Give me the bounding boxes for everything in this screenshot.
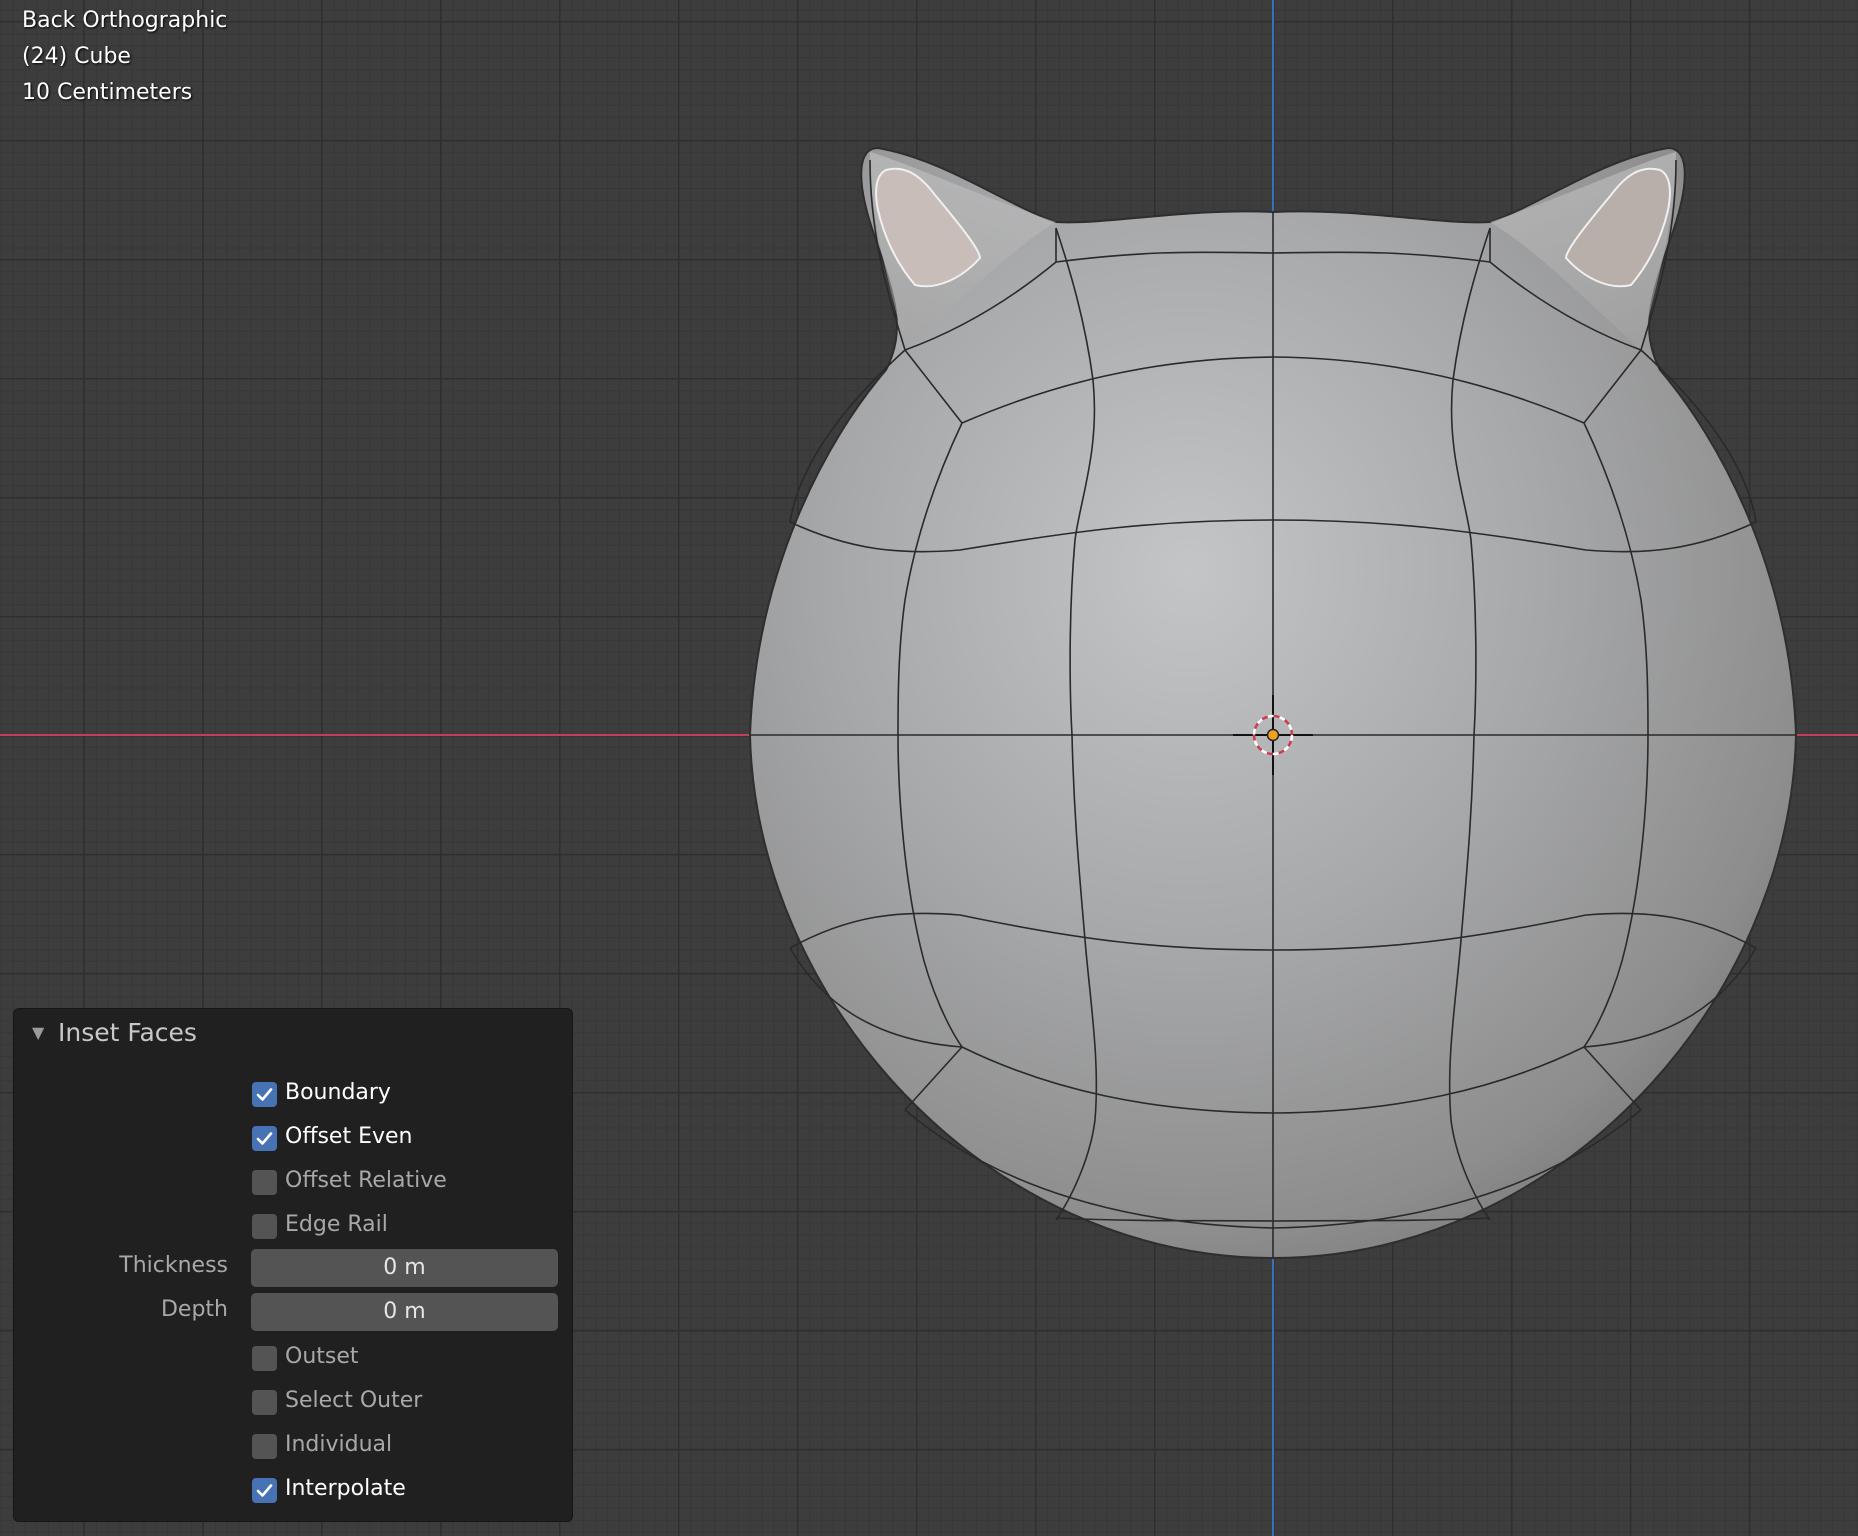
select-outer-label[interactable]: Select Outer (285, 1388, 422, 1413)
thickness-field[interactable]: 0 m (251, 1249, 558, 1287)
depth-row: Depth 0 m (14, 1293, 572, 1331)
individual-label[interactable]: Individual (285, 1432, 392, 1457)
depth-label: Depth (160, 1297, 228, 1322)
boundary-label[interactable]: Boundary (285, 1080, 391, 1105)
option-select-outer-row: Select Outer (14, 1385, 572, 1423)
option-offset-even-row: Offset Even (14, 1121, 572, 1159)
thickness-row: Thickness 0 m (14, 1249, 572, 1287)
view-name-label: Back Orthographic (22, 8, 228, 33)
edge-rail-label[interactable]: Edge Rail (285, 1212, 388, 1237)
outset-checkbox[interactable] (252, 1346, 277, 1371)
thickness-label: Thickness (119, 1253, 228, 1278)
boundary-checkbox[interactable] (252, 1082, 277, 1107)
grid-scale-label: 10 Centimeters (22, 80, 193, 105)
object-info-label: (24) Cube (22, 44, 131, 69)
offset-even-label[interactable]: Offset Even (285, 1124, 413, 1149)
select-outer-checkbox[interactable] (252, 1390, 277, 1415)
checkmark-icon (256, 1484, 273, 1497)
option-individual-row: Individual (14, 1429, 572, 1467)
outset-label[interactable]: Outset (285, 1344, 359, 1369)
offset-even-checkbox[interactable] (252, 1126, 277, 1151)
option-offset-relative-row: Offset Relative (14, 1165, 572, 1203)
checkmark-icon (256, 1088, 273, 1101)
option-interpolate-row: Interpolate (14, 1473, 572, 1511)
checkmark-icon (256, 1132, 273, 1145)
origin-dot (1266, 728, 1280, 742)
operator-panel-title: Inset Faces (58, 1018, 197, 1047)
operator-panel-header[interactable]: ▼ Inset Faces (14, 1009, 572, 1057)
interpolate-label[interactable]: Interpolate (285, 1476, 406, 1501)
individual-checkbox[interactable] (252, 1434, 277, 1459)
3d-viewport[interactable]: Back Orthographic (24) Cube 10 Centimete… (0, 0, 1858, 1536)
option-edge-rail-row: Edge Rail (14, 1209, 572, 1247)
edge-rail-checkbox[interactable] (252, 1214, 277, 1239)
option-outset-row: Outset (14, 1341, 572, 1379)
depth-field[interactable]: 0 m (251, 1293, 558, 1331)
offset-relative-checkbox[interactable] (252, 1170, 277, 1195)
operator-panel-inset-faces: ▼ Inset Faces Boundary Offset Even Offse… (13, 1008, 573, 1522)
interpolate-checkbox[interactable] (252, 1478, 277, 1503)
triangle-down-icon[interactable]: ▼ (32, 1023, 44, 1042)
option-boundary-row: Boundary (14, 1077, 572, 1115)
offset-relative-label[interactable]: Offset Relative (285, 1168, 447, 1193)
